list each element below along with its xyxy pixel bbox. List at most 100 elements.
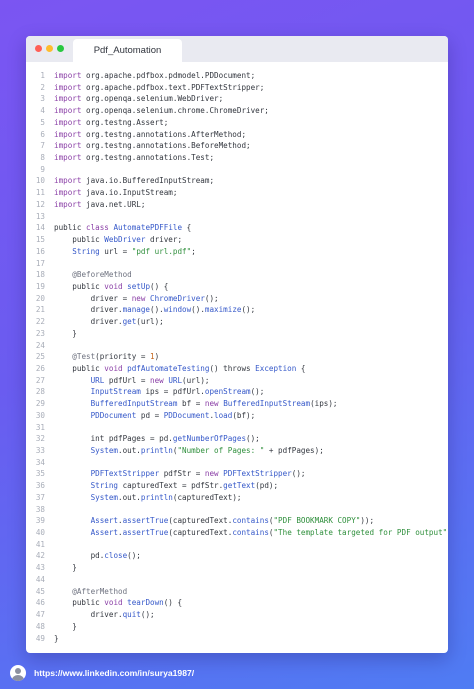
code-token: tearDown xyxy=(127,598,164,608)
code-token: (priority = xyxy=(95,352,151,362)
code-line: 49} xyxy=(26,633,448,645)
code-text: @BeforeMethod xyxy=(54,269,131,281)
code-token: (bf); xyxy=(232,410,256,420)
tab-pdf-automation[interactable]: Pdf_Automation xyxy=(73,39,182,62)
line-number: 21 xyxy=(35,305,45,315)
code-token: load xyxy=(214,410,233,420)
code-token: "pdf url.pdf" xyxy=(131,246,192,256)
code-line: 24 xyxy=(26,340,448,352)
code-token: public xyxy=(54,363,105,373)
code-line: 21 driver.manage().window().maximize(); xyxy=(26,304,448,316)
code-token: (pd); xyxy=(255,481,279,491)
line-number: 45 xyxy=(35,586,45,596)
code-line: 32 int pdfPages = pd.getNumberOfPages(); xyxy=(26,433,448,445)
line-number: 29 xyxy=(35,399,45,409)
code-token: System xyxy=(90,446,119,455)
line-number: 10 xyxy=(35,176,45,186)
line-number: 42 xyxy=(35,551,45,561)
code-token: (url); xyxy=(136,317,164,327)
code-line: 46 public void tearDown() { xyxy=(26,597,448,609)
code-line: 48 } xyxy=(26,621,448,633)
code-text: InputStream ips = pdfUrl.openStream(); xyxy=(54,386,265,398)
code-text: driver.quit(); xyxy=(54,609,155,621)
code-token: int pdfPages = pd. xyxy=(54,434,173,444)
code-token: System xyxy=(90,492,119,502)
code-line: 16 String url = "pdf url.pdf"; xyxy=(26,246,448,258)
code-text: driver.get(url); xyxy=(54,316,164,328)
code-line: 30 PDDocument pd = PDDocument.load(bf); xyxy=(26,410,448,422)
code-line: 14 public class AutomatePDFFile { xyxy=(26,222,448,234)
code-line: 22 driver.get(url); xyxy=(26,316,448,328)
code-text: import org.testng.annotations.Test; xyxy=(54,152,214,164)
user-avatar-icon xyxy=(10,665,26,681)
code-line: 33 System.out.println("Number of Pages: … xyxy=(26,445,448,457)
code-text: } xyxy=(54,562,77,574)
code-text: public void tearDown() { xyxy=(54,597,182,609)
line-number: 3 xyxy=(40,94,45,104)
code-token: driver. xyxy=(54,610,123,620)
code-token: maximize xyxy=(204,305,242,315)
code-token: () throws xyxy=(209,363,256,373)
code-token: quit xyxy=(122,610,141,620)
code-text: public void setUp() { xyxy=(54,281,168,293)
code-token: new xyxy=(131,293,151,303)
code-token: (); xyxy=(127,551,141,561)
code-token: assertTrue xyxy=(122,528,169,538)
code-token: pd = xyxy=(136,410,164,420)
code-token: pdfStr = xyxy=(159,469,205,479)
line-number: 37 xyxy=(35,492,45,502)
code-text: } xyxy=(54,633,59,645)
code-token: org.apache.pdfbox.text.PDFTextStripper; xyxy=(81,82,265,92)
code-token: (capturedText. xyxy=(168,528,233,538)
code-text: Assert.assertTrue(capturedText.contains(… xyxy=(54,515,375,527)
code-editor[interactable]: 1 import org.apache.pdfbox.pdmodel.PDDocu… xyxy=(26,70,448,644)
code-token: import xyxy=(54,106,82,116)
line-number: 12 xyxy=(35,199,45,209)
code-text: System.out.println("Number of Pages: " +… xyxy=(54,445,324,457)
minimize-window-dot[interactable] xyxy=(46,45,53,52)
code-token: public xyxy=(54,235,105,245)
code-text: int pdfPages = pd.getNumberOfPages(); xyxy=(54,433,260,445)
code-token: new xyxy=(150,375,169,385)
code-token: new xyxy=(204,399,224,409)
code-token: @AfterMethod xyxy=(72,586,128,596)
code-line: 45 @AfterMethod xyxy=(26,586,448,598)
code-text: public void pdfAutomateTesting() throws … xyxy=(54,363,305,375)
code-token: } xyxy=(54,328,77,338)
code-line: 2 import org.apache.pdfbox.text.PDFTextSt… xyxy=(26,82,448,94)
code-line: 1 import org.apache.pdfbox.pdmodel.PDDocu… xyxy=(26,70,448,82)
code-token: import xyxy=(54,176,82,186)
line-number: 32 xyxy=(35,434,45,444)
code-token: PDFTextStripper xyxy=(90,469,160,479)
code-token: pd. xyxy=(54,551,105,561)
code-line: 36 String capturedText = pdfStr.getText(… xyxy=(26,480,448,492)
line-number: 36 xyxy=(35,481,45,491)
code-line: 44 xyxy=(26,574,448,586)
code-token: PDDocument xyxy=(163,410,210,420)
code-line: 8 import org.testng.annotations.Test; xyxy=(26,152,448,164)
code-token: void xyxy=(104,363,128,373)
line-number: 22 xyxy=(35,317,45,327)
code-text: import org.testng.annotations.AfterMetho… xyxy=(54,129,246,141)
code-token: } xyxy=(54,633,59,643)
linkedin-profile-link[interactable]: https://www.linkedin.com/in/surya1987/ xyxy=(34,668,194,678)
line-number: 13 xyxy=(35,211,45,221)
close-window-dot[interactable] xyxy=(35,45,42,52)
code-token: assertTrue xyxy=(122,516,169,526)
code-token: public xyxy=(54,223,87,233)
code-token: (); xyxy=(241,305,256,315)
code-token: java.net.URL; xyxy=(81,199,146,209)
maximize-window-dot[interactable] xyxy=(57,45,64,52)
code-token: void xyxy=(104,598,128,608)
code-token: window xyxy=(163,305,192,315)
line-number: 31 xyxy=(35,422,45,432)
code-token: ips = pdfUrl. xyxy=(140,387,205,397)
code-token: String xyxy=(72,246,100,256)
code-token: println xyxy=(140,446,173,455)
code-text: public WebDriver driver; xyxy=(54,234,182,246)
code-token: PDFTextStripper xyxy=(223,469,292,479)
